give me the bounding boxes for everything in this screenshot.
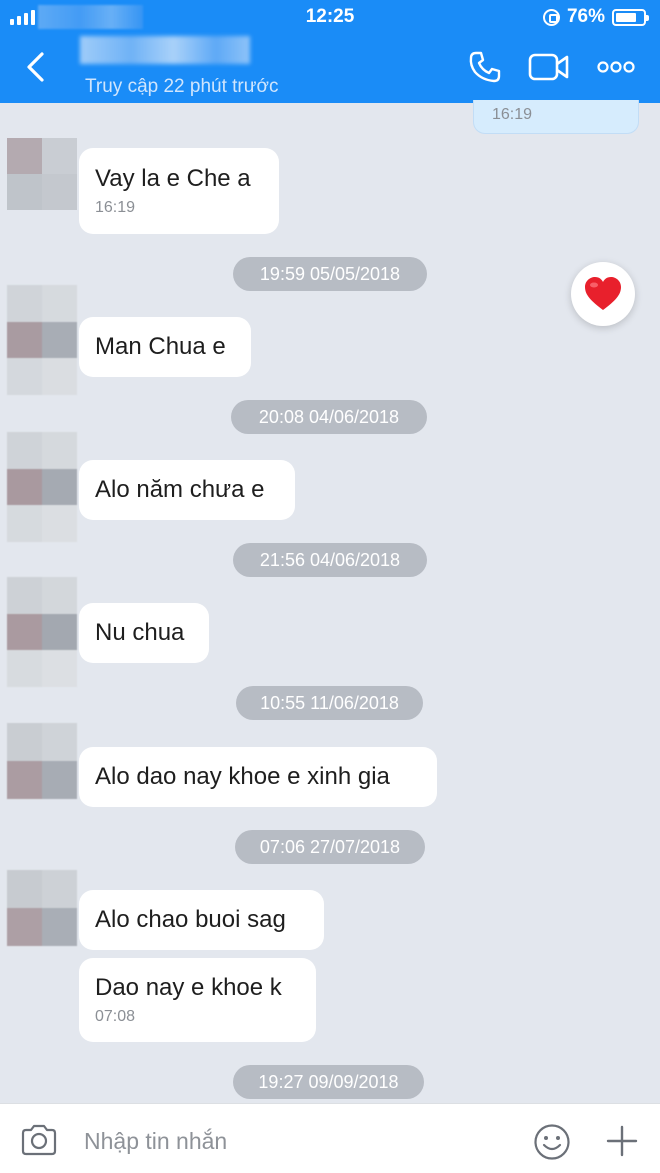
message-time: 07:08: [95, 1008, 136, 1025]
plus-icon[interactable]: [606, 1125, 638, 1157]
date-separator: 19:27 09/09/2018: [233, 1065, 424, 1099]
date-separator: 10:55 11/06/2018: [236, 686, 423, 720]
avatar[interactable]: [7, 870, 77, 946]
avatar[interactable]: [7, 285, 77, 395]
heart-icon: [585, 277, 621, 310]
message-text: Alo chao buoi sag: [95, 906, 286, 933]
received-message-bubble[interactable]: Dao nay e khoe k 07:08: [79, 958, 316, 1042]
received-message-bubble[interactable]: Vay la e Che a 16:19: [79, 148, 279, 234]
message-text: Dao nay e khoe k: [95, 974, 282, 1001]
date-separator: 21:56 04/06/2018: [233, 543, 427, 577]
message-time: 16:19: [492, 106, 533, 123]
phone-icon[interactable]: [468, 50, 502, 84]
message-text: Alo dao nay khoe e xinh gia: [95, 763, 390, 790]
message-input[interactable]: [84, 1124, 504, 1158]
reaction-button[interactable]: [571, 262, 635, 326]
message-text: Alo năm chưa e: [95, 476, 265, 503]
battery-icon: [612, 8, 649, 26]
message-text: Man Chua e: [95, 333, 226, 360]
received-message-bubble[interactable]: Alo dao nay khoe e xinh gia: [79, 747, 437, 807]
last-seen-status: Truy cập 22 phút trước: [85, 76, 279, 97]
message-input-bar: [0, 1103, 660, 1173]
message-text: Vay la e Che a: [95, 165, 251, 192]
orientation-lock-icon: [542, 8, 560, 26]
avatar[interactable]: [7, 577, 77, 687]
date-separator: 20:08 04/06/2018: [231, 400, 427, 434]
received-message-bubble[interactable]: Man Chua e: [79, 317, 251, 377]
avatar[interactable]: [7, 723, 77, 799]
back-icon[interactable]: [22, 50, 52, 84]
contact-name-blurred[interactable]: [80, 36, 250, 64]
avatar[interactable]: [7, 432, 77, 542]
emoji-icon[interactable]: [533, 1123, 571, 1161]
battery-percent: 76%: [566, 6, 605, 27]
chat-header: 12:25 76% Truy cập 22 phút trước: [0, 0, 660, 103]
message-text: Nu chua: [95, 619, 185, 646]
received-message-bubble[interactable]: Nu chua: [79, 603, 209, 663]
avatar[interactable]: [7, 138, 77, 210]
received-message-bubble[interactable]: Alo năm chưa e: [79, 460, 295, 520]
message-time: 16:19: [95, 199, 136, 216]
more-icon[interactable]: [597, 59, 635, 75]
sent-message-bubble[interactable]: 16:19: [473, 100, 639, 134]
date-separator: 07:06 27/07/2018: [235, 830, 425, 864]
video-call-icon[interactable]: [528, 52, 570, 82]
status-bar: 12:25 76%: [0, 0, 660, 34]
camera-icon[interactable]: [20, 1124, 58, 1156]
received-message-bubble[interactable]: Alo chao buoi sag: [79, 890, 324, 950]
date-separator: 19:59 05/05/2018: [233, 257, 427, 291]
